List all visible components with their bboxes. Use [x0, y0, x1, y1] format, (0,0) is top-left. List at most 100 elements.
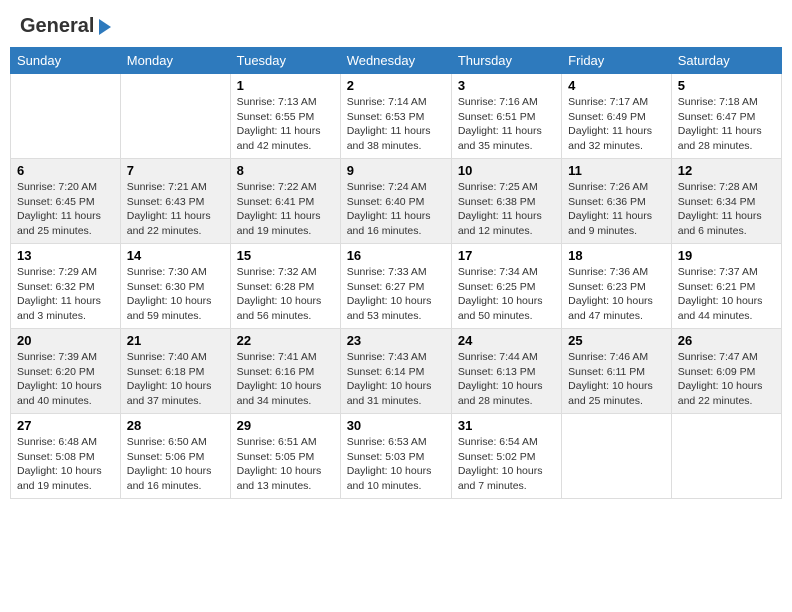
day-number: 17	[458, 248, 555, 263]
day-number: 21	[127, 333, 224, 348]
day-number: 2	[347, 78, 445, 93]
day-number: 8	[237, 163, 334, 178]
calendar-cell	[671, 414, 781, 499]
day-info: Sunrise: 7:28 AMSunset: 6:34 PMDaylight:…	[678, 180, 775, 239]
logo: General	[20, 15, 115, 34]
day-number: 6	[17, 163, 114, 178]
col-header-sunday: Sunday	[11, 48, 121, 74]
day-info: Sunrise: 6:48 AMSunset: 5:08 PMDaylight:…	[17, 435, 114, 494]
col-header-saturday: Saturday	[671, 48, 781, 74]
day-info: Sunrise: 6:50 AMSunset: 5:06 PMDaylight:…	[127, 435, 224, 494]
calendar-cell: 20Sunrise: 7:39 AMSunset: 6:20 PMDayligh…	[11, 329, 121, 414]
day-info: Sunrise: 7:26 AMSunset: 6:36 PMDaylight:…	[568, 180, 665, 239]
day-number: 27	[17, 418, 114, 433]
day-info: Sunrise: 7:34 AMSunset: 6:25 PMDaylight:…	[458, 265, 555, 324]
calendar-cell: 11 Sunrise: 7:26 AMSunset: 6:36 PMDayligh…	[562, 159, 672, 244]
calendar-cell: 25 Sunrise: 7:46 AMSunset: 6:11 PMDayligh…	[562, 329, 672, 414]
calendar-cell: 3 Sunrise: 7:16 AMSunset: 6:51 PMDaylight…	[451, 74, 561, 159]
calendar-cell: 27 Sunrise: 6:48 AMSunset: 5:08 PMDayligh…	[11, 414, 121, 499]
calendar-cell: 13Sunrise: 7:29 AMSunset: 6:32 PMDayligh…	[11, 244, 121, 329]
day-number: 11	[568, 163, 665, 178]
day-info: Sunrise: 7:33 AMSunset: 6:27 PMDaylight:…	[347, 265, 445, 324]
calendar-cell: 21 Sunrise: 7:40 AMSunset: 6:18 PMDayligh…	[120, 329, 230, 414]
calendar-cell	[562, 414, 672, 499]
day-number: 5	[678, 78, 775, 93]
calendar-cell: 8 Sunrise: 7:22 AMSunset: 6:41 PMDaylight…	[230, 159, 340, 244]
calendar-cell: 6 Sunrise: 7:20 AMSunset: 6:45 PMDaylight…	[11, 159, 121, 244]
day-info: Sunrise: 7:47 AMSunset: 6:09 PMDaylight:…	[678, 350, 775, 409]
day-number: 26	[678, 333, 775, 348]
calendar-cell: 19 Sunrise: 7:37 AMSunset: 6:21 PMDayligh…	[671, 244, 781, 329]
calendar-week-row: 1 Sunrise: 7:13 AMSunset: 6:55 PMDaylight…	[11, 74, 782, 159]
calendar-week-row: 20Sunrise: 7:39 AMSunset: 6:20 PMDayligh…	[11, 329, 782, 414]
day-info: Sunrise: 7:46 AMSunset: 6:11 PMDaylight:…	[568, 350, 665, 409]
col-header-friday: Friday	[562, 48, 672, 74]
day-number: 3	[458, 78, 555, 93]
calendar-cell: 30Sunrise: 6:53 AMSunset: 5:03 PMDayligh…	[340, 414, 451, 499]
calendar-cell: 1 Sunrise: 7:13 AMSunset: 6:55 PMDaylight…	[230, 74, 340, 159]
day-number: 22	[237, 333, 334, 348]
day-info: Sunrise: 7:24 AMSunset: 6:40 PMDaylight:…	[347, 180, 445, 239]
calendar-cell: 26 Sunrise: 7:47 AMSunset: 6:09 PMDayligh…	[671, 329, 781, 414]
day-info: Sunrise: 7:37 AMSunset: 6:21 PMDaylight:…	[678, 265, 775, 324]
day-info: Sunrise: 7:39 AMSunset: 6:20 PMDaylight:…	[17, 350, 114, 409]
day-info: Sunrise: 7:17 AMSunset: 6:49 PMDaylight:…	[568, 95, 665, 154]
calendar-cell: 22 Sunrise: 7:41 AMSunset: 6:16 PMDayligh…	[230, 329, 340, 414]
col-header-monday: Monday	[120, 48, 230, 74]
day-info: Sunrise: 7:21 AMSunset: 6:43 PMDaylight:…	[127, 180, 224, 239]
day-number: 16	[347, 248, 445, 263]
day-number: 29	[237, 418, 334, 433]
day-info: Sunrise: 7:25 AMSunset: 6:38 PMDaylight:…	[458, 180, 555, 239]
day-info: Sunrise: 7:32 AMSunset: 6:28 PMDaylight:…	[237, 265, 334, 324]
day-number: 25	[568, 333, 665, 348]
calendar-cell: 24 Sunrise: 7:44 AMSunset: 6:13 PMDayligh…	[451, 329, 561, 414]
day-info: Sunrise: 7:14 AMSunset: 6:53 PMDaylight:…	[347, 95, 445, 154]
day-number: 18	[568, 248, 665, 263]
page-header: General	[10, 10, 782, 39]
calendar-cell	[120, 74, 230, 159]
calendar-cell: 2 Sunrise: 7:14 AMSunset: 6:53 PMDaylight…	[340, 74, 451, 159]
day-number: 24	[458, 333, 555, 348]
day-number: 7	[127, 163, 224, 178]
day-number: 23	[347, 333, 445, 348]
calendar-cell: 17 Sunrise: 7:34 AMSunset: 6:25 PMDayligh…	[451, 244, 561, 329]
day-info: Sunrise: 7:20 AMSunset: 6:45 PMDaylight:…	[17, 180, 114, 239]
day-number: 14	[127, 248, 224, 263]
day-number: 12	[678, 163, 775, 178]
day-info: Sunrise: 7:40 AMSunset: 6:18 PMDaylight:…	[127, 350, 224, 409]
day-number: 28	[127, 418, 224, 433]
calendar-cell: 7 Sunrise: 7:21 AMSunset: 6:43 PMDaylight…	[120, 159, 230, 244]
logo-arrow-icon	[95, 17, 115, 37]
calendar-cell: 16 Sunrise: 7:33 AMSunset: 6:27 PMDayligh…	[340, 244, 451, 329]
day-info: Sunrise: 7:18 AMSunset: 6:47 PMDaylight:…	[678, 95, 775, 154]
day-info: Sunrise: 7:22 AMSunset: 6:41 PMDaylight:…	[237, 180, 334, 239]
calendar-cell: 10 Sunrise: 7:25 AMSunset: 6:38 PMDayligh…	[451, 159, 561, 244]
day-info: Sunrise: 7:36 AMSunset: 6:23 PMDaylight:…	[568, 265, 665, 324]
day-info: Sunrise: 7:44 AMSunset: 6:13 PMDaylight:…	[458, 350, 555, 409]
day-info: Sunrise: 7:16 AMSunset: 6:51 PMDaylight:…	[458, 95, 555, 154]
day-info: Sunrise: 7:41 AMSunset: 6:16 PMDaylight:…	[237, 350, 334, 409]
day-number: 1	[237, 78, 334, 93]
day-info: Sunrise: 7:43 AMSunset: 6:14 PMDaylight:…	[347, 350, 445, 409]
calendar-table: SundayMondayTuesdayWednesdayThursdayFrid…	[10, 47, 782, 499]
calendar-cell: 31Sunrise: 6:54 AMSunset: 5:02 PMDayligh…	[451, 414, 561, 499]
calendar-week-row: 27 Sunrise: 6:48 AMSunset: 5:08 PMDayligh…	[11, 414, 782, 499]
day-number: 19	[678, 248, 775, 263]
calendar-cell: 5 Sunrise: 7:18 AMSunset: 6:47 PMDaylight…	[671, 74, 781, 159]
col-header-tuesday: Tuesday	[230, 48, 340, 74]
calendar-cell: 23 Sunrise: 7:43 AMSunset: 6:14 PMDayligh…	[340, 329, 451, 414]
day-info: Sunrise: 6:53 AMSunset: 5:03 PMDaylight:…	[347, 435, 445, 494]
day-info: Sunrise: 6:51 AMSunset: 5:05 PMDaylight:…	[237, 435, 334, 494]
calendar-cell: 4Sunrise: 7:17 AMSunset: 6:49 PMDaylight…	[562, 74, 672, 159]
calendar-cell: 9 Sunrise: 7:24 AMSunset: 6:40 PMDaylight…	[340, 159, 451, 244]
calendar-cell: 28 Sunrise: 6:50 AMSunset: 5:06 PMDayligh…	[120, 414, 230, 499]
day-info: Sunrise: 7:13 AMSunset: 6:55 PMDaylight:…	[237, 95, 334, 154]
calendar-cell: 12 Sunrise: 7:28 AMSunset: 6:34 PMDayligh…	[671, 159, 781, 244]
calendar-cell	[11, 74, 121, 159]
day-info: Sunrise: 6:54 AMSunset: 5:02 PMDaylight:…	[458, 435, 555, 494]
day-number: 13	[17, 248, 114, 263]
calendar-cell: 14Sunrise: 7:30 AMSunset: 6:30 PMDayligh…	[120, 244, 230, 329]
day-number: 10	[458, 163, 555, 178]
calendar-week-row: 6 Sunrise: 7:20 AMSunset: 6:45 PMDaylight…	[11, 159, 782, 244]
day-number: 9	[347, 163, 445, 178]
